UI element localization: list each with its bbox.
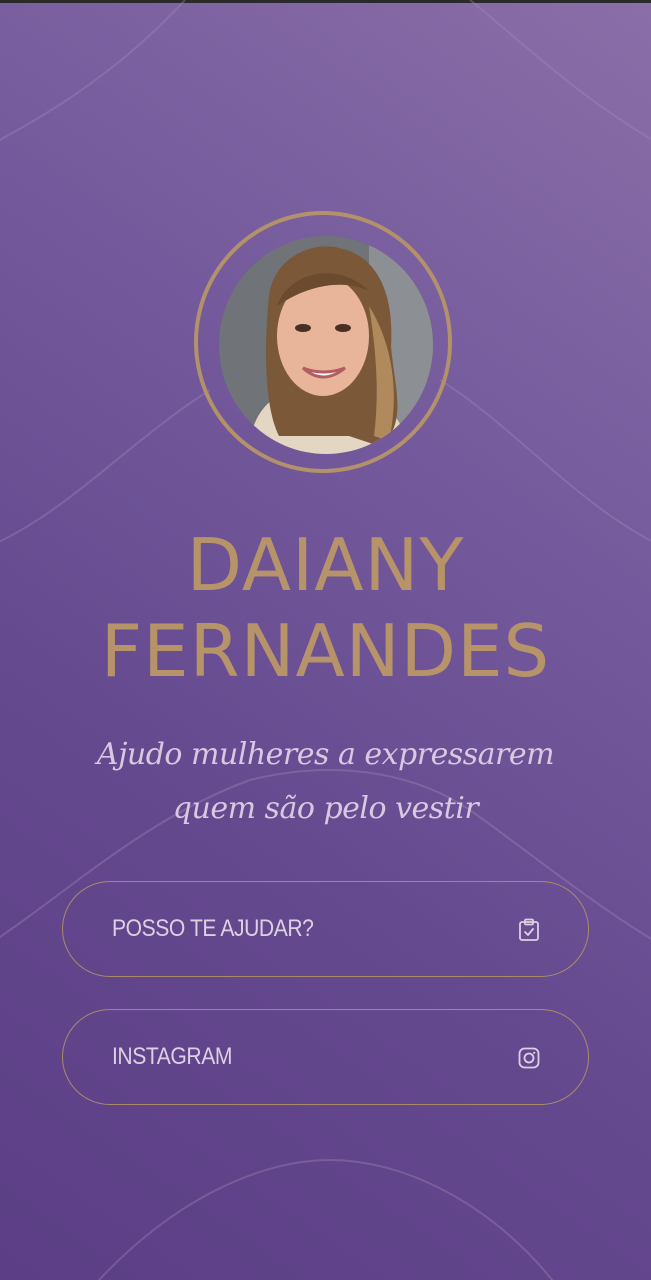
instagram-link-button[interactable]: INSTAGRAM [62, 1009, 589, 1105]
instagram-link-label: INSTAGRAM [112, 1043, 233, 1070]
avatar-photo [219, 236, 433, 454]
help-link-button[interactable]: POSSO TE AJUDAR? [62, 881, 589, 977]
help-link-label: POSSO TE AJUDAR? [112, 915, 314, 942]
profile-name: DAIANY FERNANDES [0, 522, 651, 694]
avatar [219, 236, 433, 454]
profile-tagline: Ajudo mulheres a expressarem quem são pe… [96, 737, 555, 826]
instagram-icon [518, 1047, 540, 1069]
clipboard-check-icon [519, 918, 539, 941]
profile-last-name: FERNANDES [100, 609, 551, 693]
profile-first-name: DAIANY [186, 523, 465, 607]
